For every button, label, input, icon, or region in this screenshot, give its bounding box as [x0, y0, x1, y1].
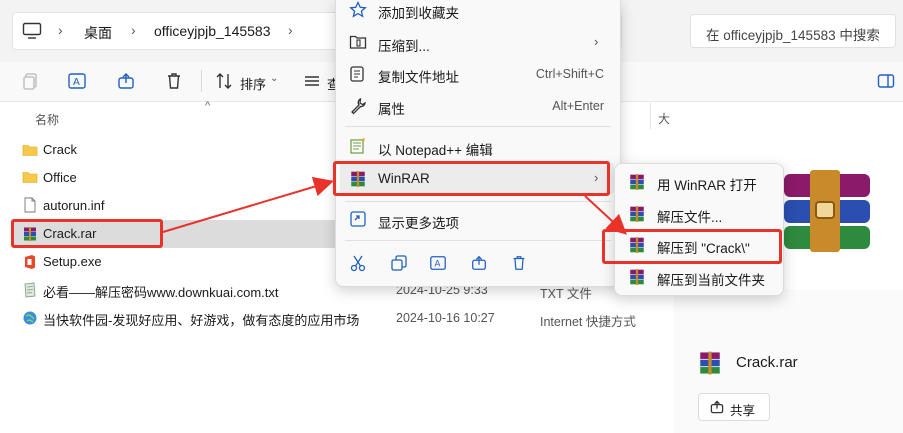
internet-shortcut-icon	[23, 311, 37, 325]
submenu-open-with-winrar[interactable]: 用 WinRAR 打开	[657, 174, 757, 194]
column-separator	[650, 103, 651, 129]
copy-icon[interactable]	[390, 254, 408, 272]
menu-separator	[345, 201, 611, 202]
file-type: Internet 快捷方式	[540, 315, 636, 329]
shortcut-properties: Alt+Enter	[552, 99, 604, 113]
menu-item-more-options[interactable]: 显示更多选项	[378, 212, 459, 232]
menu-separator	[345, 126, 611, 127]
toolbar-separator	[201, 70, 202, 92]
notepad-plus-plus-icon	[350, 138, 365, 154]
file-name: Office	[43, 170, 77, 185]
file-name: Setup.exe	[43, 254, 102, 269]
chevron-right-icon: ›	[131, 22, 136, 38]
winrar-icon	[630, 269, 644, 285]
delete-icon[interactable]	[164, 71, 184, 91]
winrar-icon	[630, 174, 644, 190]
cut-icon[interactable]	[349, 254, 367, 272]
more-options-icon	[350, 211, 366, 227]
compress-folder-icon	[349, 35, 367, 49]
submenu-extract-files[interactable]: 解压文件...	[657, 206, 722, 226]
file-name: Crack	[43, 142, 77, 157]
rename-icon[interactable]: A	[67, 71, 87, 91]
folder-icon	[22, 145, 38, 156]
file-icon	[24, 197, 36, 213]
winrar-large-icon	[784, 170, 870, 252]
preview-filename: Crack.rar	[736, 354, 798, 371]
office-setup-icon	[25, 255, 35, 269]
sort-icon[interactable]	[214, 71, 234, 91]
highlight-crack-rar	[11, 219, 163, 248]
column-header-size[interactable]: 大	[658, 110, 670, 127]
svg-text:A: A	[434, 260, 441, 270]
copy-disabled-icon[interactable]	[21, 71, 41, 91]
breadcrumb-folder[interactable]: officeyjpjb_145583	[154, 23, 271, 39]
file-name: 当快软件园-发现好应用、好游戏，做有态度的应用市场	[43, 313, 360, 328]
menu-item-properties[interactable]: 属性	[378, 98, 405, 118]
winrar-icon	[630, 206, 644, 222]
text-file-icon	[24, 282, 36, 298]
menu-item-notepad[interactable]: 以 Notepad++ 编辑	[378, 139, 493, 159]
highlight-extract-to-crack	[602, 229, 782, 264]
share-icon[interactable]	[116, 71, 136, 91]
share-icon[interactable]	[470, 254, 488, 272]
wrench-icon	[351, 97, 366, 115]
chevron-right-icon: ›	[594, 34, 599, 49]
menu-item-copy-path[interactable]: 复制文件地址	[378, 66, 459, 86]
chevron-right-icon: ›	[288, 22, 293, 38]
this-pc-icon[interactable]	[22, 22, 42, 40]
column-header-name[interactable]: 名称	[35, 111, 59, 128]
file-name: autorun.inf	[43, 198, 105, 213]
delete-icon[interactable]	[510, 254, 528, 272]
winrar-icon	[700, 351, 720, 375]
submenu-extract-here[interactable]: 解压到当前文件夹	[657, 269, 765, 289]
highlight-winrar-item	[333, 161, 610, 196]
menu-item-add-favorites[interactable]: 添加到收藏夹	[378, 2, 459, 22]
chevron-right-icon: ›	[58, 22, 63, 38]
details-pane-icon[interactable]	[876, 71, 896, 91]
view-icon[interactable]	[302, 71, 322, 91]
sort-ascending-icon: ^	[205, 100, 211, 112]
sort-button[interactable]: 排序	[240, 74, 266, 93]
file-name: 必看——解压密码www.downkuai.com.txt	[43, 285, 279, 300]
shortcut-copy-path: Ctrl+Shift+C	[535, 67, 604, 81]
share-icon	[710, 400, 724, 414]
star-icon	[349, 1, 367, 18]
menu-item-compress-to[interactable]: 压缩到...	[378, 35, 430, 55]
chevron-down-icon: ⌄	[270, 73, 279, 84]
svg-text:A: A	[73, 77, 80, 88]
search-input[interactable]: 在 officeyjpjb_145583 中搜索	[706, 24, 880, 44]
copy-path-icon	[350, 66, 364, 82]
folder-icon	[22, 172, 38, 183]
breadcrumb-desktop[interactable]: 桌面	[84, 23, 112, 43]
file-date: 2024-10-16 10:27	[396, 311, 495, 325]
share-button-label: 共享	[730, 404, 756, 418]
menu-separator	[345, 240, 611, 241]
rename-icon[interactable]: A	[429, 254, 447, 272]
